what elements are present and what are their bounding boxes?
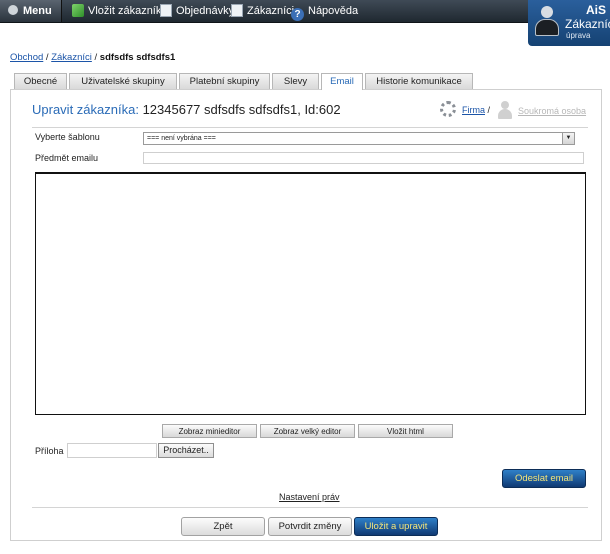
tab-discounts[interactable]: Slevy: [272, 73, 319, 89]
nav-orders[interactable]: Objednávky: [160, 0, 234, 22]
nav-help-label: Nápověda: [308, 5, 359, 17]
nav-customers[interactable]: Zákazníci: [231, 0, 294, 22]
tab-email[interactable]: Email: [321, 73, 363, 90]
save-and-edit-button[interactable]: Uložit a upravit: [354, 517, 438, 536]
tab-communication-history[interactable]: Historie komunikace: [365, 73, 473, 89]
app-logo: AiS: [586, 3, 607, 17]
chevron-down-icon[interactable]: ▼: [562, 133, 574, 144]
template-select-value: === není vybrána ===: [147, 135, 216, 142]
divider: [32, 507, 588, 508]
show-big-editor-button[interactable]: Zobraz velký editor: [260, 424, 355, 438]
breadcrumb-link-customers[interactable]: Zákazníci: [51, 52, 92, 63]
customer-type-separator: /: [487, 105, 491, 115]
gear-icon: [8, 5, 18, 15]
user-avatar-icon: [534, 6, 560, 38]
tab-payment-groups[interactable]: Platební skupiny: [179, 73, 270, 89]
attachment-label: Příloha: [35, 446, 64, 456]
top-navigation-bar: Menu Vložit zákazníka Objednávky Zákazní…: [0, 0, 610, 23]
subject-input[interactable]: [143, 152, 584, 164]
attachment-file-input[interactable]: [67, 443, 157, 458]
confirm-changes-button[interactable]: Potvrdit změny: [268, 517, 352, 536]
insert-html-button[interactable]: Vložit html: [358, 424, 453, 438]
page-title-prefix: Upravit zákazníka:: [32, 102, 139, 117]
tab-general[interactable]: Obecné: [14, 73, 67, 89]
module-subtitle: úprava: [566, 31, 591, 40]
nav-add-customer[interactable]: Vložit zákazníka: [72, 0, 167, 22]
module-header-panel: AiS Zákazníci úprava: [528, 0, 610, 46]
breadcrumb-separator: /: [91, 52, 100, 63]
show-mini-editor-button[interactable]: Zobraz minieditor: [162, 424, 257, 438]
customer-type-person[interactable]: Soukromá osoba: [498, 101, 586, 119]
nav-add-customer-label: Vložit zákazníka: [88, 5, 168, 17]
breadcrumb: Obchod / Zákazníci / sdfsdfs sdfsdfs1: [10, 52, 175, 63]
customer-type-company[interactable]: Firma /: [440, 101, 490, 117]
menu-label: Menu: [23, 5, 52, 17]
company-link[interactable]: Firma: [462, 105, 485, 115]
document-icon: [160, 4, 172, 17]
menu-button[interactable]: Menu: [0, 0, 62, 22]
email-body-editor[interactable]: [35, 172, 586, 415]
page-title: Upravit zákazníka: 12345677 sdfsdfs sdfs…: [32, 102, 341, 117]
breadcrumb-current: sdfsdfs sdfsdfs1: [99, 52, 176, 63]
back-button[interactable]: Zpět: [181, 517, 265, 536]
tab-user-groups[interactable]: Uživatelské skupiny: [69, 73, 177, 89]
divider: [32, 127, 588, 128]
breadcrumb-separator: /: [43, 52, 52, 63]
customer-name: 12345677 sdfsdfs sdfsdfs1, Id:602: [142, 102, 341, 117]
nav-orders-label: Objednávky: [176, 5, 235, 17]
send-email-button[interactable]: Odeslat email: [502, 469, 586, 488]
private-person-link[interactable]: Soukromá osoba: [518, 106, 586, 116]
gear-icon: [440, 101, 456, 117]
browse-button[interactable]: Procházet..: [158, 443, 214, 458]
document-icon: [231, 4, 243, 17]
rights-settings-link[interactable]: Nastavení práv: [279, 492, 340, 502]
help-icon: ?: [291, 8, 304, 21]
breadcrumb-link-shop[interactable]: Obchod: [10, 52, 43, 63]
template-label: Vyberte šablonu: [35, 132, 100, 142]
module-title: Zákazníci: [565, 17, 610, 31]
subject-label: Předmět emailu: [35, 153, 99, 163]
template-select[interactable]: === není vybrána === ▼: [143, 132, 575, 145]
person-icon: [498, 101, 512, 119]
add-user-icon: [72, 4, 84, 17]
nav-help[interactable]: ? Nápověda: [291, 0, 358, 22]
nav-customers-label: Zákazníci: [247, 5, 295, 17]
